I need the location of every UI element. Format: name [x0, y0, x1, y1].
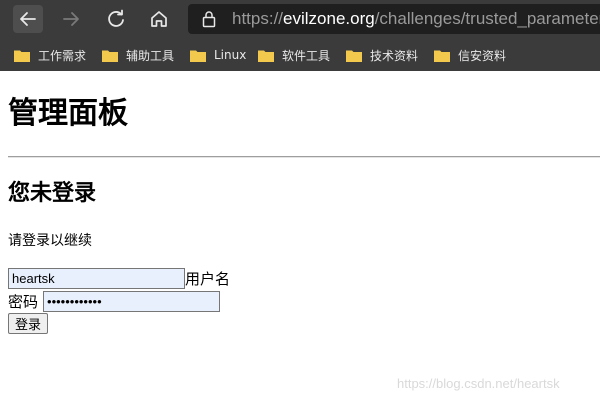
password-input[interactable]: [43, 291, 221, 312]
folder-icon: [434, 50, 450, 62]
folder-icon: [14, 50, 30, 62]
divider: [8, 156, 600, 158]
bookmark-label: Linux: [214, 48, 247, 62]
folder-icon: [102, 50, 118, 62]
bookmark-folder[interactable]: 工作需求: [14, 42, 86, 68]
username-input[interactable]: [8, 268, 185, 289]
url-scheme: https://: [232, 9, 284, 28]
password-label: 密码: [8, 292, 39, 311]
bookmark-label: 辅助工具: [126, 48, 175, 63]
login-button[interactable]: 登录: [8, 313, 49, 334]
watermark: https://blog.csdn.net/heartsk: [397, 376, 560, 391]
back-button[interactable]: [13, 5, 43, 33]
bookmark-label: 技术资料: [370, 48, 419, 63]
bookmark-folder[interactable]: 软件工具: [258, 42, 330, 68]
bookmarks-bar: 工作需求 辅助工具 Linux 软件工具 技术资料 信安资料: [0, 38, 600, 71]
page-title: 管理面板: [8, 96, 128, 131]
home-icon: [151, 11, 167, 27]
username-label: 用户名: [185, 269, 231, 288]
url-text: https://evilzone.org/challenges/trusted_…: [232, 9, 600, 29]
bookmark-folder[interactable]: 辅助工具: [102, 42, 174, 68]
url-path: /challenges/trusted_parameter/: [374, 9, 600, 28]
folder-icon: [258, 50, 274, 62]
forward-button[interactable]: [56, 5, 86, 33]
folder-icon: [190, 50, 206, 62]
bookmark-folder[interactable]: 信安资料: [434, 42, 506, 68]
bookmark-label: 工作需求: [38, 48, 87, 63]
submit-row: 登录: [8, 313, 49, 334]
address-bar[interactable]: https://evilzone.org/challenges/trusted_…: [188, 4, 600, 34]
folder-icon: [346, 50, 362, 62]
bookmark-label: 软件工具: [282, 48, 331, 63]
reload-button[interactable]: [101, 5, 131, 33]
arrow-right-icon: [63, 12, 79, 26]
url-host: evilzone.org: [283, 9, 375, 28]
bookmark-folder[interactable]: 技术资料: [346, 42, 418, 68]
arrow-left-icon: [20, 12, 36, 26]
username-row: 用户名: [8, 268, 230, 289]
browser-toolbar: https://evilzone.org/challenges/trusted_…: [0, 0, 600, 38]
lock-icon: [202, 11, 216, 28]
login-status-heading: 您未登录: [8, 181, 97, 206]
password-row: 密码: [8, 291, 221, 312]
bookmark-folder[interactable]: Linux: [190, 42, 246, 68]
home-button[interactable]: [144, 5, 174, 33]
bookmark-label: 信安资料: [458, 48, 507, 63]
reload-icon: [108, 9, 124, 27]
login-prompt: 请登录以继续: [8, 233, 92, 249]
